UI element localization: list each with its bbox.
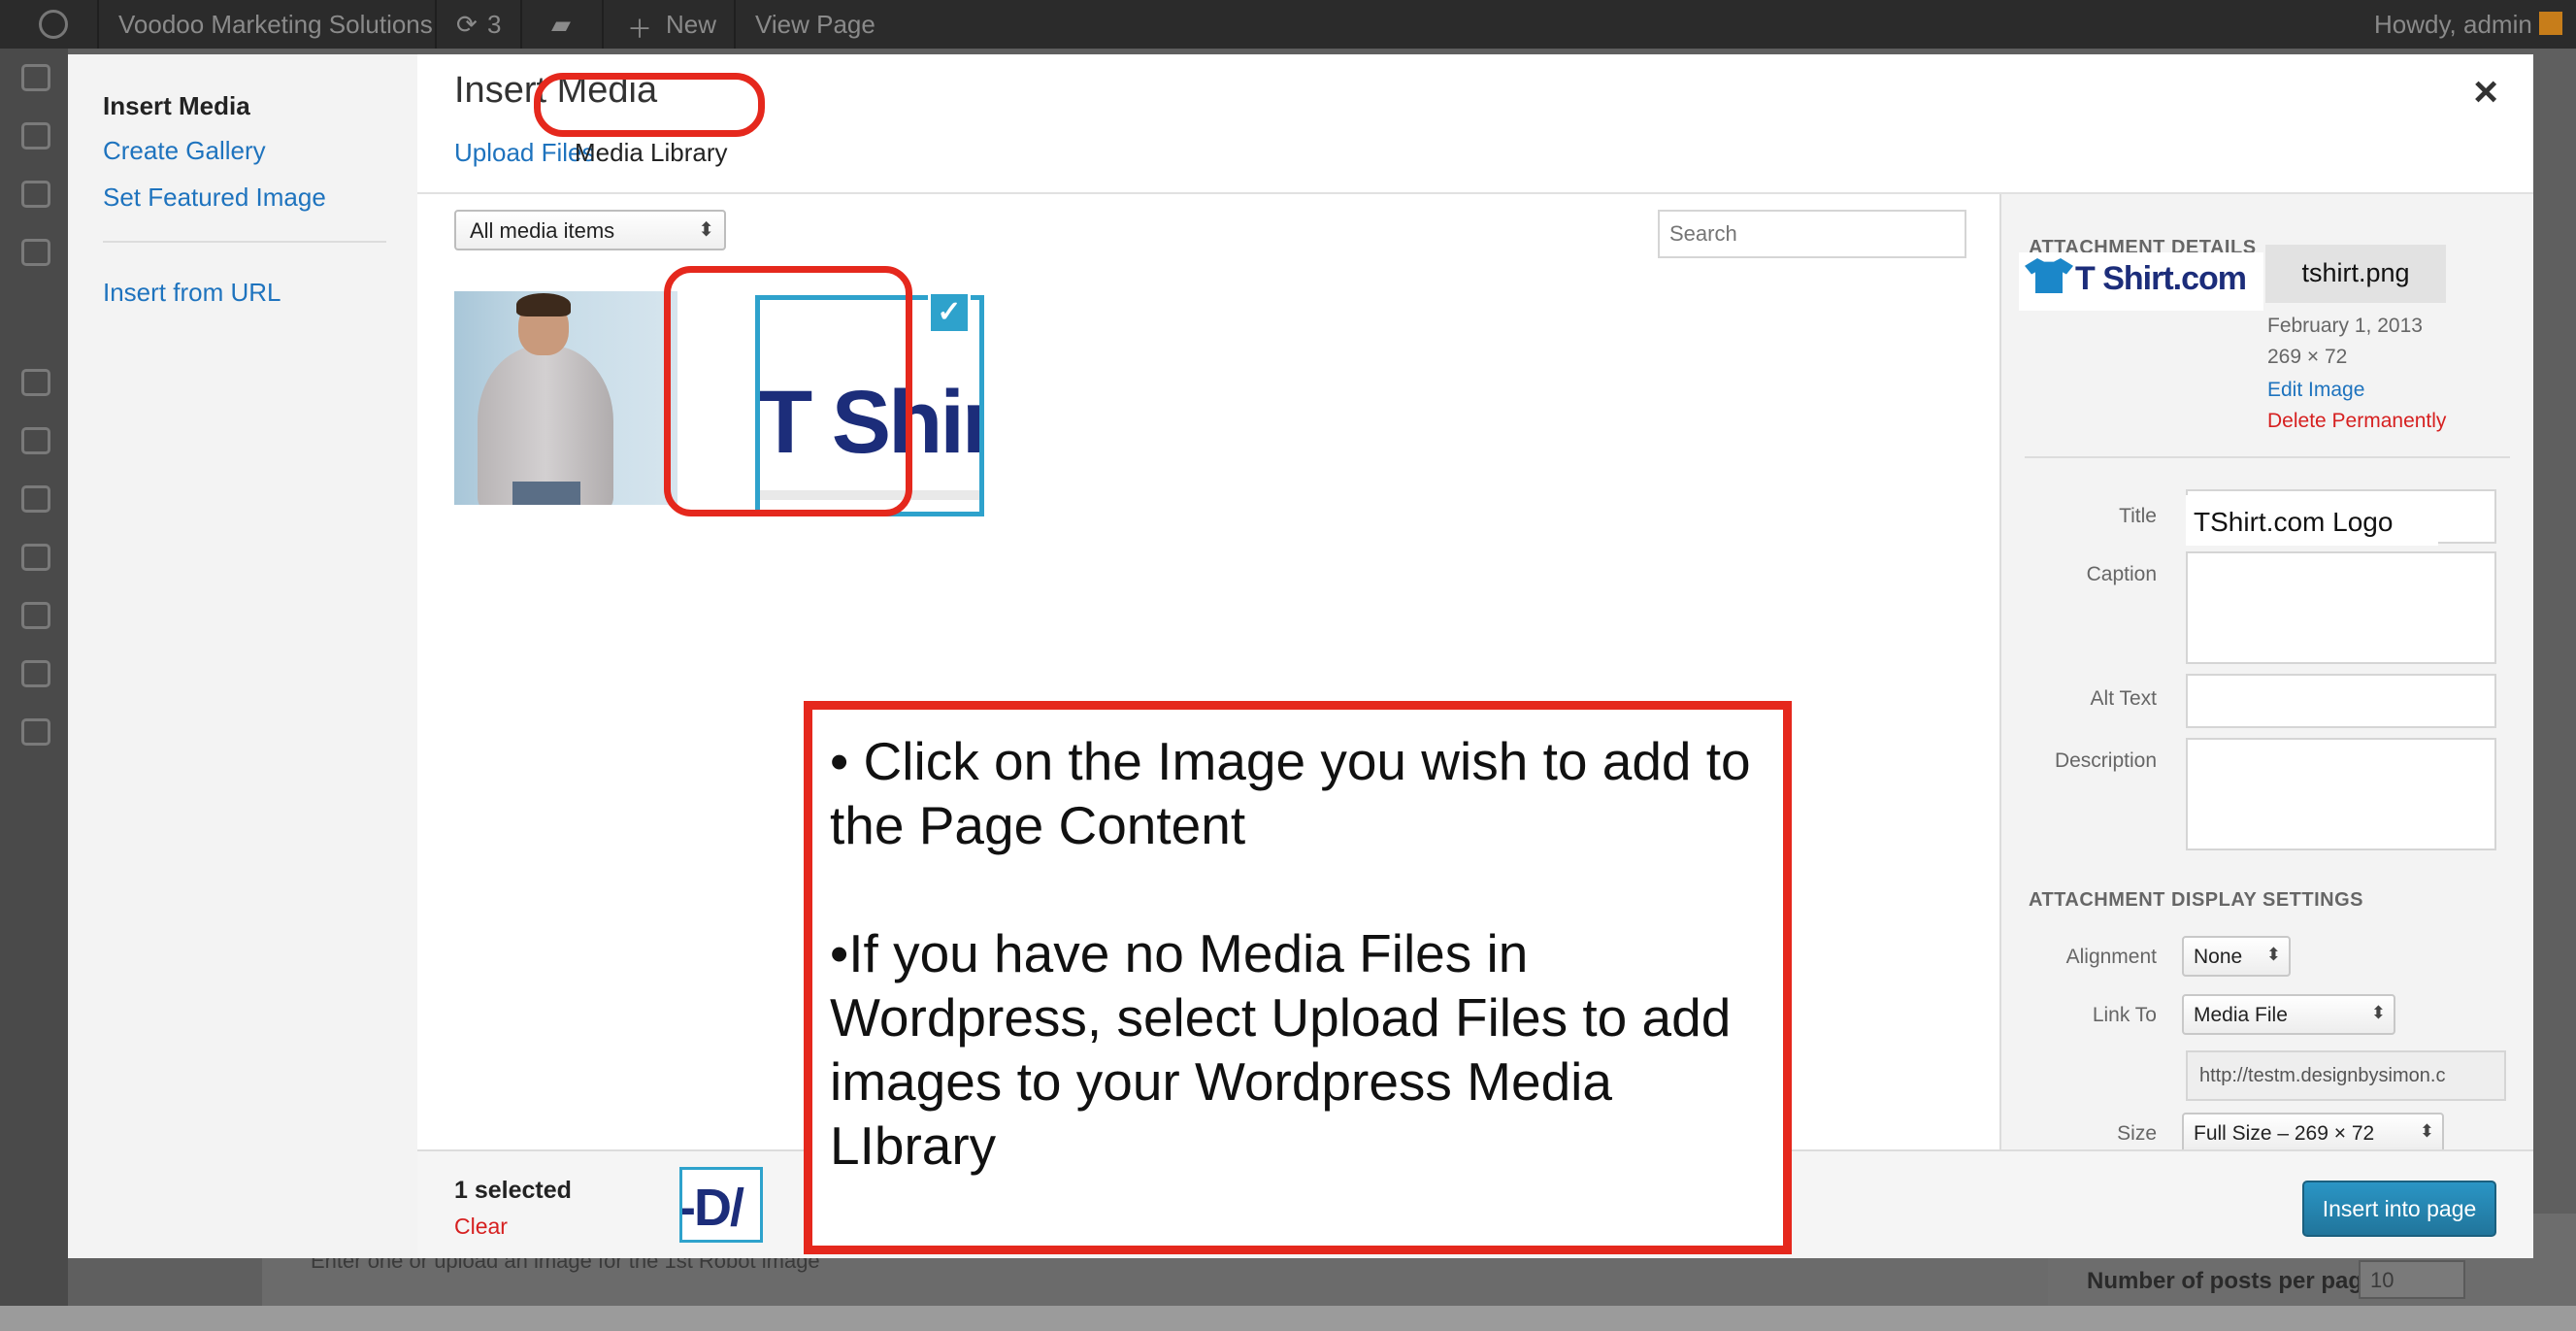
annotation-highlight-thumbnail — [664, 266, 912, 516]
sidebar-divider — [2025, 456, 2510, 458]
select-arrows-icon: ⬍ — [2419, 1121, 2434, 1141]
search-input[interactable] — [1658, 210, 1966, 258]
delete-permanently-link[interactable]: Delete Permanently — [2267, 410, 2446, 433]
posts-per-page-input[interactable]: 10 — [2359, 1260, 2465, 1299]
select-arrows-icon: ⬍ — [698, 219, 714, 241]
pin-icon[interactable] — [21, 122, 50, 150]
annotation-callout: • Click on the Image you wish to add to … — [804, 701, 1792, 1254]
comments-icon[interactable]: ▰ — [551, 10, 571, 40]
tab-upload-files[interactable]: Upload Files — [454, 138, 595, 168]
caption-label: Caption — [2086, 563, 2157, 585]
hair-shape — [516, 293, 571, 316]
display-settings-heading: ATTACHMENT DISPLAY SETTINGS — [2029, 889, 2364, 911]
pages-icon[interactable] — [21, 239, 50, 266]
attachment-hoodie-photo[interactable] — [454, 291, 677, 505]
checkmark-icon[interactable]: ✓ — [928, 291, 971, 334]
close-icon[interactable]: × — [2473, 68, 2498, 116]
selection-thumbnail[interactable]: -D/ — [679, 1167, 763, 1243]
image-dimensions: 269 × 72 — [2267, 346, 2348, 368]
alignment-label: Alignment — [2065, 946, 2157, 968]
link-to-value: Media File — [2194, 1004, 2288, 1026]
link-url-field[interactable]: http://testm.designbysimon.c — [2186, 1050, 2506, 1101]
jeans-shape — [512, 482, 580, 505]
dashboard-icon[interactable] — [21, 64, 50, 91]
upload-date: February 1, 2013 — [2267, 315, 2423, 337]
pin-icon[interactable] — [21, 427, 50, 454]
users-icon[interactable] — [21, 602, 50, 629]
tools-icon[interactable] — [21, 660, 50, 687]
divider — [520, 0, 522, 49]
title-label: Title — [2119, 505, 2157, 527]
menu-create-gallery[interactable]: Create Gallery — [103, 136, 266, 166]
callout-bullet-2: •If you have no Media Files in Wordpress… — [830, 923, 1732, 1176]
tshirt-icon — [2025, 258, 2073, 293]
admin-menu — [0, 49, 68, 1331]
size-value: Full Size – 269 × 72 — [2194, 1122, 2375, 1145]
description-label: Description — [2054, 749, 2157, 772]
callout-bullet-1: • Click on the Image you wish to add to … — [830, 731, 1751, 855]
alignment-value: None — [2194, 946, 2243, 968]
link-to-select[interactable]: Media File ⬍ — [2182, 994, 2395, 1035]
divider — [435, 0, 437, 49]
attachment-sidebar: ATTACHMENT DETAILS T Shirt.com tshirt.pn… — [1999, 194, 2533, 1204]
size-label: Size — [2117, 1122, 2157, 1145]
avatar[interactable] — [2539, 12, 2562, 35]
size-select[interactable]: Full Size – 269 × 72 ⬍ — [2182, 1113, 2444, 1153]
media-icon[interactable] — [21, 181, 50, 208]
divider — [734, 0, 736, 49]
menu-divider — [103, 241, 386, 243]
menu-set-featured-image[interactable]: Set Featured Image — [103, 183, 326, 213]
divider — [602, 0, 604, 49]
selection-count: 1 selected — [454, 1177, 572, 1204]
background-footer-strip — [0, 1306, 2576, 1331]
link-to-label: Link To — [2092, 1004, 2157, 1026]
insert-into-page-button[interactable]: Insert into page — [2302, 1181, 2496, 1237]
annotation-highlight-media-library — [534, 73, 765, 137]
select-arrows-icon: ⬍ — [2265, 945, 2281, 964]
description-field[interactable] — [2186, 738, 2496, 850]
divider — [97, 0, 99, 49]
details-logo-text: T Shirt.com — [2075, 260, 2247, 297]
filename: tshirt.png — [2265, 245, 2446, 303]
view-page-link[interactable]: View Page — [755, 10, 875, 40]
menu-insert-from-url[interactable]: Insert from URL — [103, 278, 281, 308]
new-content-link[interactable]: New — [666, 10, 716, 40]
select-arrows-icon: ⬍ — [2370, 1003, 2386, 1022]
appearance-icon[interactable] — [21, 485, 50, 513]
media-filter-value: All media items — [470, 218, 615, 243]
plugins-icon[interactable] — [21, 544, 50, 571]
details-thumbnail: T Shirt.com — [2019, 252, 2263, 311]
edit-image-link[interactable]: Edit Image — [2267, 379, 2364, 402]
title-field-value[interactable]: TShirt.com Logo — [2186, 495, 2438, 546]
media-modal-menu: Insert Media Create Gallery Set Featured… — [68, 54, 417, 1258]
settings-icon[interactable] — [21, 718, 50, 746]
alt-text-label: Alt Text — [2090, 687, 2157, 710]
alt-text-field[interactable] — [2186, 674, 2496, 728]
tab-media-library[interactable]: Media Library — [575, 138, 728, 168]
howdy-account-link[interactable]: Howdy, admin — [2374, 10, 2532, 40]
site-name-link[interactable]: Voodoo Marketing Solutions — [118, 10, 433, 40]
caption-field[interactable] — [2186, 551, 2496, 664]
media-filter-select[interactable]: All media items ⬍ — [454, 210, 726, 250]
posts-per-page-label: Number of posts per page: — [2087, 1268, 2384, 1294]
clear-selection-link[interactable]: Clear — [454, 1214, 508, 1240]
admin-bar: Voodoo Marketing Solutions ⟳ 3 ▰ ＋ New V… — [0, 0, 2576, 49]
alignment-select[interactable]: None ⬍ — [2182, 936, 2291, 977]
selection-thumbnail-text: -D/ — [679, 1179, 744, 1237]
comments-icon[interactable] — [21, 369, 50, 396]
wordpress-logo-icon[interactable] — [39, 10, 68, 39]
plus-icon[interactable]: ＋ — [627, 10, 652, 46]
updates-count[interactable]: 3 — [487, 10, 501, 40]
menu-insert-media[interactable]: Insert Media — [103, 91, 250, 121]
updates-icon[interactable]: ⟳ — [456, 10, 478, 40]
